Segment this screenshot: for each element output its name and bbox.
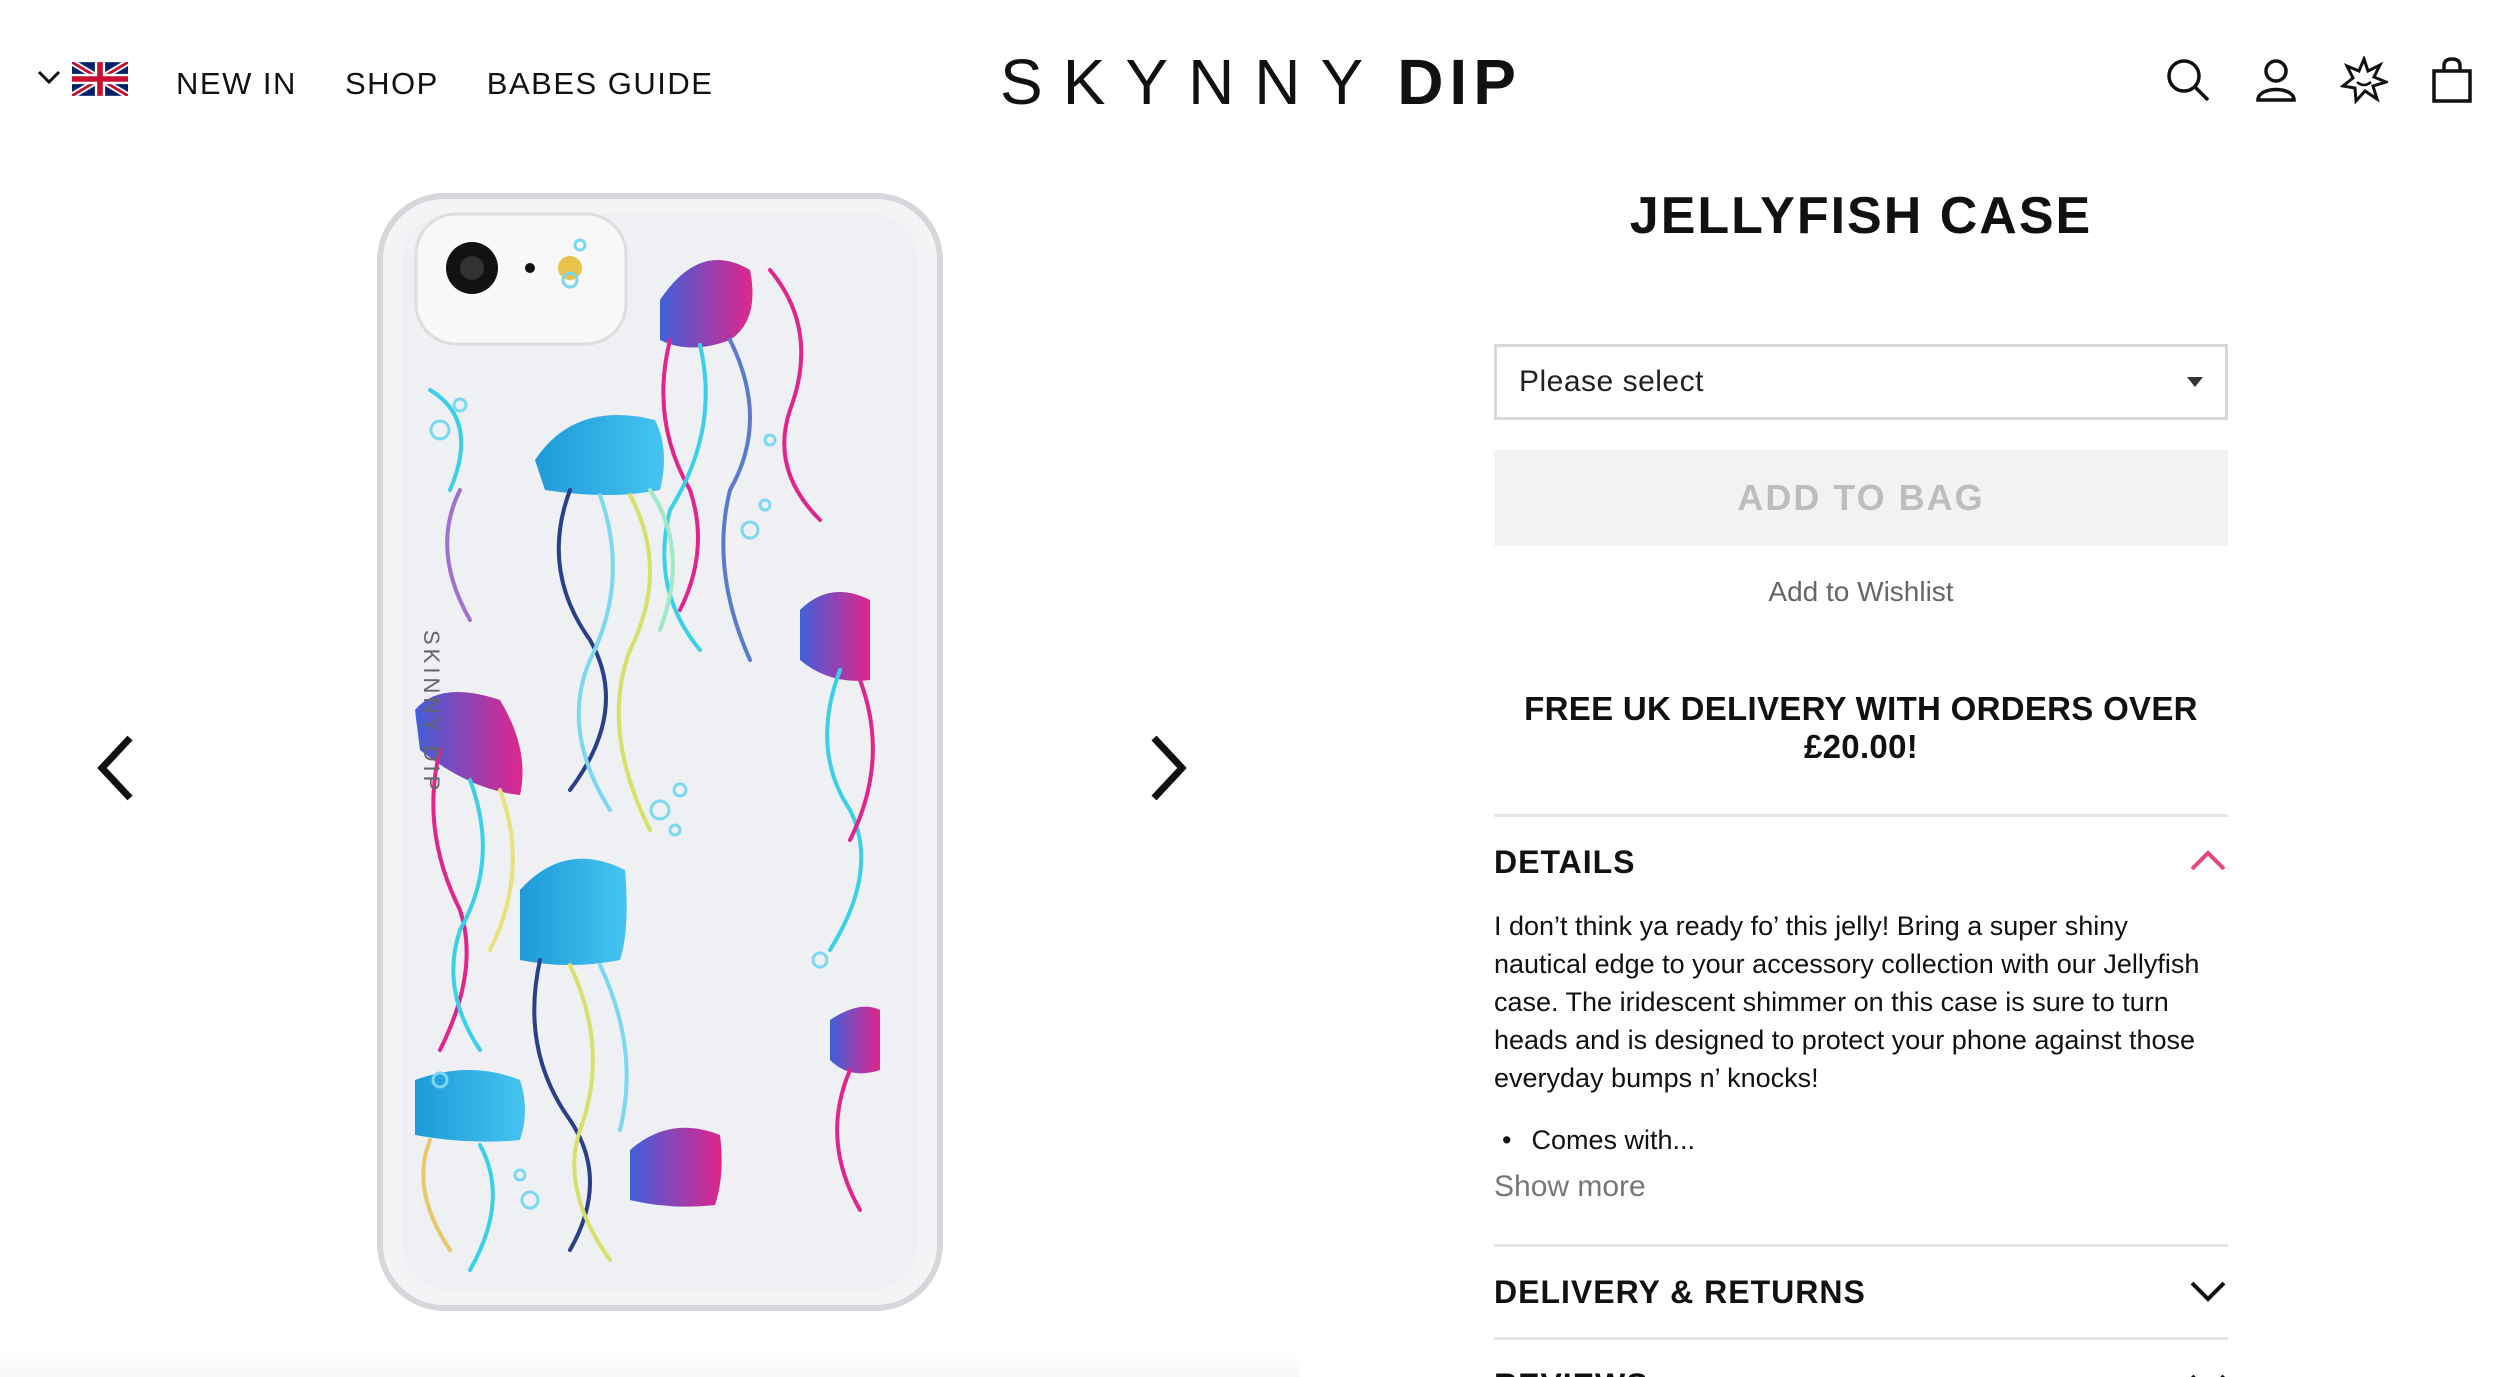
details-accordion-header[interactable]: DETAILS <box>1494 817 2228 907</box>
nav-new-in[interactable]: NEW IN <box>176 66 297 102</box>
product-title: JELLYFISH CASE <box>1629 187 2093 245</box>
header-actions <box>2164 54 2476 105</box>
show-more-link[interactable]: Show more <box>1494 1170 2228 1204</box>
nav-shop[interactable]: SHOP <box>345 66 439 102</box>
chevron-down-icon <box>2188 1275 2228 1310</box>
product-panel: JELLYFISH CASE Please select ADD TO BAG … <box>1494 170 2228 1377</box>
nav-babes-guide[interactable]: BABES GUIDE <box>487 66 714 102</box>
chevron-down-icon <box>36 67 62 92</box>
product-description: I don’t think ya ready fo’ this jelly! B… <box>1494 911 2200 1093</box>
add-to-bag-button[interactable]: ADD TO BAG <box>1494 450 2228 546</box>
add-to-wishlist-link[interactable]: Add to Wishlist <box>1494 576 2228 608</box>
search-icon[interactable] <box>2164 56 2212 104</box>
delivery-returns-accordion-header[interactable]: DELIVERY & RETURNS <box>1494 1247 2228 1337</box>
free-delivery-banner: FREE UK DELIVERY WITH ORDERS OVER £20.00… <box>1524 690 2198 765</box>
babe-star-icon[interactable] <box>2339 54 2391 105</box>
details-heading: DETAILS <box>1494 843 1636 880</box>
caret-down-icon <box>2187 377 2203 387</box>
delivery-returns-heading: DELIVERY & RETURNS <box>1494 1273 1866 1310</box>
product-gallery: SKINNY DIP <box>0 170 1300 1377</box>
bullet-text: Comes with... <box>1531 1125 1695 1155</box>
reviews-heading: REVIEWS <box>1494 1367 1649 1377</box>
logo-word-skinny: SKYNNY <box>1000 46 1384 118</box>
reviews-accordion-header[interactable]: REVIEWS <box>1494 1340 2228 1377</box>
site-header: NEW IN SHOP BABES GUIDE SKYNNY DIP <box>0 0 2500 170</box>
chevron-down-icon <box>2188 1368 2228 1377</box>
svg-text:SKINNY DIP: SKINNY DIP <box>419 630 444 794</box>
chevron-up-icon <box>2188 845 2228 880</box>
variant-select-value: Please select <box>1519 365 1704 398</box>
list-item: • Comes with... <box>1494 1125 2228 1156</box>
logo-word-dip: DIP <box>1397 46 1522 118</box>
chevron-right-icon[interactable] <box>1136 728 1196 808</box>
locale-selector[interactable] <box>36 62 128 96</box>
uk-flag-icon <box>72 62 128 96</box>
product-image-jellyfish-case: SKINNY DIP <box>370 190 950 1320</box>
variant-select[interactable]: Please select <box>1494 344 2228 420</box>
brand-logo[interactable]: SKYNNY DIP <box>1000 42 1516 122</box>
bullet-dot: • <box>1502 1125 1512 1155</box>
chevron-left-icon[interactable] <box>88 728 148 808</box>
account-icon[interactable] <box>2252 56 2300 104</box>
bag-icon[interactable] <box>2428 56 2476 104</box>
gallery-bottom-fade <box>0 1353 1300 1377</box>
main-nav: NEW IN SHOP BABES GUIDE <box>176 66 713 102</box>
